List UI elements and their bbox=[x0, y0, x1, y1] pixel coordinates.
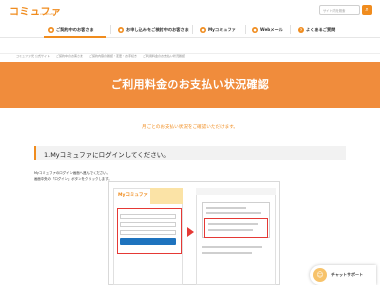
illustration-header bbox=[196, 188, 276, 195]
person-icon: ● bbox=[200, 26, 206, 33]
sub-nav: ご契約内容の確認・変更・お手続き 「Myコミュファ」 各種接続・設定方法 ご利用… bbox=[0, 38, 380, 88]
illustration-line bbox=[208, 229, 253, 231]
nav-item-faq[interactable]: ? よくあるご質問 bbox=[298, 21, 335, 38]
breadcrumb: コミュファ光 公式サイト ご契約中のお客さま ご契約内容の確認・変更・お手続き … bbox=[16, 54, 185, 62]
chat-support-label: チャットサポート bbox=[331, 272, 363, 277]
nav-item-label: お申し込みをご検討中のお客さま bbox=[126, 26, 189, 32]
arrow-right-icon bbox=[187, 227, 194, 237]
section-title: 1.Myコミュファにログインしてください。 bbox=[44, 151, 170, 159]
illustration-line bbox=[208, 223, 258, 225]
nav-divider bbox=[110, 25, 111, 34]
nav-divider bbox=[192, 25, 193, 34]
illustration-highlight bbox=[204, 218, 268, 238]
illustration-line bbox=[206, 212, 261, 214]
search-icon: ⌕ bbox=[365, 6, 369, 13]
site-header: コミュファ commufa サイト内を検索 ⌕ bbox=[0, 0, 380, 21]
nav-item-label: ご契約中のお客さま bbox=[56, 26, 94, 32]
breadcrumb-item[interactable]: コミュファ光 公式サイト bbox=[16, 54, 50, 62]
search-button[interactable]: ⌕ bbox=[362, 5, 372, 15]
nav-item-prospective-customers[interactable]: ● お申し込みをご検討中のお客さま bbox=[118, 21, 189, 38]
breadcrumb-item[interactable]: ご契約内容の確認・変更・お手続き bbox=[89, 54, 137, 62]
instruction-text: 画面中央の「ログイン」ボタンをクリックします。 bbox=[34, 177, 112, 181]
instruction-text: Myコミュファのログイン画面へ進んでください。 bbox=[34, 171, 110, 175]
illustration-line bbox=[202, 246, 262, 248]
nav-item-webmail[interactable]: ● Webメール bbox=[252, 21, 283, 38]
breadcrumb-item-current: ご利用料金のお支払い状況確認 bbox=[143, 54, 186, 58]
logo-subtext: commufa bbox=[40, 12, 55, 16]
lead-text: 月ごとのお支払い状況をご確認いただけます。 bbox=[142, 125, 238, 130]
nav-item-label: Myコミュファ bbox=[208, 26, 236, 32]
nav-item-my-commufa[interactable]: ● Myコミュファ bbox=[200, 21, 236, 38]
nav-divider bbox=[290, 25, 291, 34]
nav-item-label: Webメール bbox=[260, 26, 283, 32]
page-title: ご利用料金のお支払い状況確認 bbox=[110, 78, 270, 91]
search-input[interactable]: サイト内を検索 bbox=[319, 5, 360, 15]
nav-divider bbox=[245, 25, 246, 34]
illustration-logo: Myコミュファ bbox=[118, 193, 148, 198]
cart-icon: ● bbox=[118, 26, 124, 33]
question-icon: ? bbox=[298, 26, 304, 33]
illustration-banner bbox=[150, 188, 183, 204]
mail-icon: ● bbox=[252, 26, 258, 33]
nav-item-label: よくあるご質問 bbox=[306, 26, 336, 32]
illustration-line bbox=[206, 207, 246, 209]
chat-bot-icon: ☺ bbox=[313, 268, 327, 282]
illustration-line bbox=[202, 252, 252, 254]
illustration-highlight bbox=[117, 208, 182, 254]
breadcrumb-item[interactable]: ご契約中のお客さま bbox=[56, 54, 83, 62]
user-icon: ● bbox=[48, 26, 54, 33]
